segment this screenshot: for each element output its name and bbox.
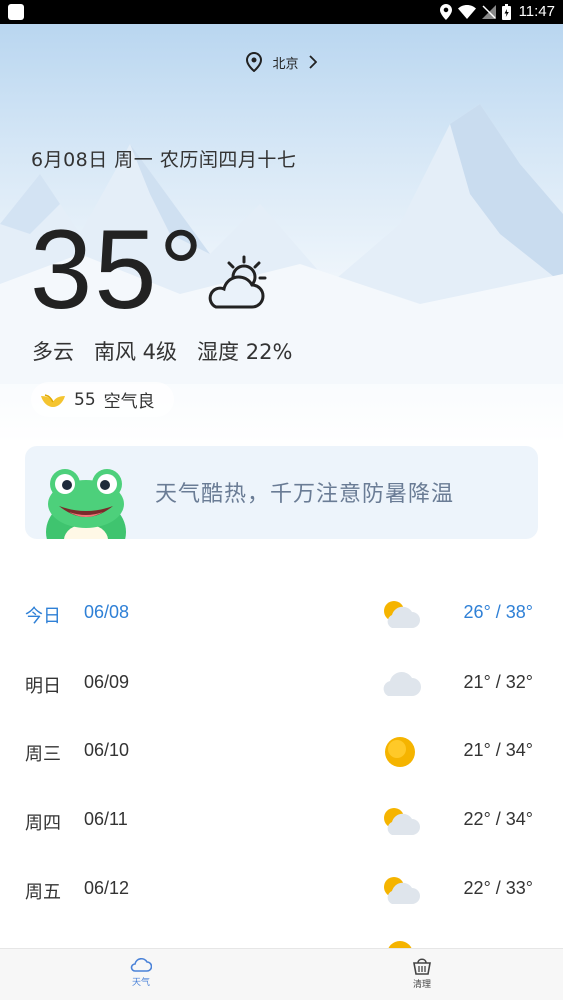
tip-text: 天气酷热，千万注意防暑降温	[155, 482, 455, 507]
location-pin-icon	[246, 52, 263, 72]
chevron-right-icon	[308, 55, 317, 69]
forecast-row[interactable]: 周四 06/11 22° / 34°	[0, 801, 563, 841]
status-bar: 11:47	[0, 0, 563, 24]
humidity-text: 湿度 22%	[197, 340, 293, 364]
aqi-leaf-icon	[41, 393, 65, 407]
signal-off-icon	[481, 4, 496, 19]
condition-text: 多云	[32, 340, 74, 364]
aqi-label: 空气良	[103, 392, 155, 412]
forecast-row[interactable]: 周三 06/10 21° / 34°	[0, 732, 563, 772]
forecast-day: 周三	[25, 744, 61, 765]
location-selector[interactable]: 北京	[0, 52, 563, 72]
partly-cloudy-icon	[384, 877, 420, 904]
tab-clean[interactable]: 清理	[392, 955, 452, 990]
forecast-date: 06/11	[84, 809, 128, 829]
forecast-day: 周五	[25, 882, 61, 903]
app-notification-icon	[8, 4, 24, 20]
forecast-range: 22° / 33°	[463, 878, 533, 898]
forecast-date: 06/10	[84, 740, 130, 760]
location-status-icon	[439, 3, 452, 20]
forecast-range: 22° / 34°	[463, 809, 533, 829]
forecast-range: 26° / 38°	[463, 602, 533, 622]
forecast-day: 周四	[25, 813, 61, 834]
city-name: 北京	[272, 56, 299, 72]
forecast-date: 06/09	[84, 672, 130, 692]
forecast-day: 明日	[25, 676, 61, 697]
forecast-row[interactable]: 明日 06/09 21° / 32°	[0, 664, 563, 704]
forecast-range: 21° / 34°	[463, 740, 533, 760]
forecast-date: 06/12	[84, 878, 130, 898]
cloudy-icon	[383, 672, 421, 696]
weather-hero: 北京 6月08日 周一 农历闰四月十七 35° 多云 南风 4级 湿度 22% …	[0, 24, 563, 444]
forecast-row[interactable]: 今日 06/08 26° / 38°	[0, 594, 563, 634]
sunny-icon	[385, 737, 415, 767]
bottom-tab-bar: 天气 清理	[0, 948, 563, 1000]
aqi-value: 55	[74, 389, 96, 410]
tab-label: 清理	[412, 980, 431, 990]
wind-text: 南风 4级	[94, 340, 178, 364]
forecast-date: 06/08	[84, 602, 130, 622]
wifi-icon	[457, 4, 476, 19]
status-time: 11:47	[518, 3, 555, 20]
forecast-day: 今日	[25, 606, 61, 627]
tab-weather[interactable]: 天气	[111, 955, 171, 988]
date-line: 6月08日 周一 农历闰四月十七	[31, 149, 297, 171]
partly-cloudy-icon	[384, 808, 420, 835]
condition-line: 多云 南风 4级 湿度 22%	[32, 336, 292, 366]
weather-tip-card[interactable]: 天气酷热，千万注意防暑降温	[25, 446, 538, 539]
forecast-row[interactable]: 周五 06/12 22° / 33°	[0, 870, 563, 910]
broom-basket-icon	[413, 958, 431, 975]
tab-label: 天气	[131, 978, 150, 988]
aqi-badge[interactable]: 55 空气良	[31, 382, 174, 417]
partly-cloudy-icon	[208, 255, 267, 309]
partly-cloudy-icon	[384, 601, 420, 628]
forecast-range: 21° / 32°	[463, 672, 533, 692]
battery-icon	[501, 3, 511, 20]
frog-mascot	[46, 469, 126, 539]
current-temperature: 35°	[30, 207, 206, 332]
cloud-tab-icon	[130, 958, 152, 972]
